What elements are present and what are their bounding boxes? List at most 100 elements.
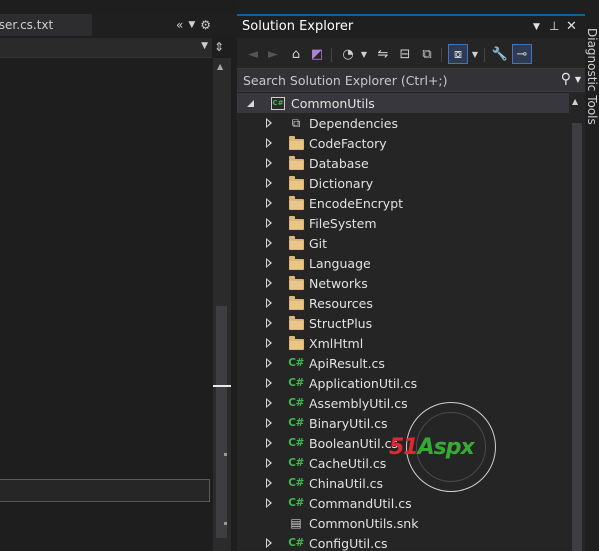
- search-icon[interactable]: ⚲: [561, 71, 571, 87]
- code-editor[interactable]: [0, 58, 212, 551]
- tree-item[interactable]: C# ConfigUtil.cs: [237, 533, 569, 551]
- pin-icon[interactable]: ⊥: [549, 19, 559, 33]
- tree-item[interactable]: C# CommandUtil.cs: [237, 493, 569, 513]
- tree-item-label: ChinaUtil.cs: [309, 476, 384, 491]
- dependencies-icon: ⧉: [291, 115, 301, 130]
- folder-icon: [288, 235, 304, 251]
- chevron-down-icon[interactable]: ▼: [575, 75, 581, 84]
- folder-icon: [288, 175, 304, 191]
- scroll-up-icon[interactable]: ▲: [217, 62, 223, 71]
- dropdown-arrow-icon[interactable]: ▼: [533, 22, 540, 32]
- scroll-up-icon[interactable]: ▲: [572, 97, 578, 106]
- chevron-double-left-icon[interactable]: «: [176, 18, 183, 32]
- chevron-right-icon[interactable]: [264, 198, 274, 208]
- chevron-right-icon[interactable]: [264, 278, 274, 288]
- csharp-file-icon: C#: [288, 477, 304, 489]
- chevron-right-icon[interactable]: [264, 118, 274, 128]
- pending-changes-icon[interactable]: ◔: [338, 44, 358, 64]
- csharp-file-icon: C#: [288, 537, 304, 549]
- tree-item[interactable]: Networks: [237, 273, 569, 293]
- gear-icon[interactable]: ⚙: [200, 18, 211, 32]
- watermark-logo: 51Aspx: [389, 435, 475, 460]
- find-input[interactable]: [0, 479, 210, 502]
- properties-icon[interactable]: 🔧: [490, 44, 510, 64]
- csharp-file-icon: C#: [288, 357, 304, 369]
- collapse-all-icon[interactable]: ⊟: [395, 44, 415, 64]
- preview-icon[interactable]: ⊸: [512, 44, 532, 64]
- chevron-down-icon[interactable]: ▼: [201, 41, 208, 51]
- chevron-right-icon[interactable]: [264, 178, 274, 188]
- diagnostic-tools-tab[interactable]: Diagnostic Tools: [585, 0, 599, 551]
- chevron-right-icon[interactable]: [264, 378, 274, 388]
- tree-item[interactable]: CodeFactory: [237, 133, 569, 153]
- chevron-right-icon[interactable]: [264, 318, 274, 328]
- tree-item[interactable]: C# ApiResult.cs: [237, 353, 569, 373]
- search-box[interactable]: ⚲ ▼: [237, 68, 585, 92]
- document-tab[interactable]: User.cs.txt: [0, 14, 92, 36]
- chevron-right-icon[interactable]: [264, 218, 274, 228]
- tree-item-label: CommonUtils.snk: [309, 516, 419, 531]
- tree-item-label: Dictionary: [309, 176, 374, 191]
- scroll-marker-dot: [224, 453, 227, 456]
- chevron-right-icon[interactable]: [264, 398, 274, 408]
- chevron-right-icon[interactable]: [264, 158, 274, 168]
- tree-item[interactable]: Database: [237, 153, 569, 173]
- tree-item[interactable]: ▤ CommonUtils.snk: [237, 513, 569, 533]
- panel-title: Solution Explorer: [242, 19, 354, 34]
- chevron-right-icon[interactable]: [264, 338, 274, 348]
- editor-scrollbar[interactable]: ▲: [213, 58, 231, 551]
- chevron-right-icon[interactable]: [264, 298, 274, 308]
- scrollbar-thumb[interactable]: [216, 306, 227, 538]
- tree-item[interactable]: Git: [237, 233, 569, 253]
- navigation-bar[interactable]: ▼: [0, 38, 212, 58]
- close-icon[interactable]: ✕: [566, 19, 577, 34]
- switch-views-icon[interactable]: ◩: [307, 44, 327, 64]
- folder-icon: [288, 335, 304, 351]
- diagnostic-tools-label: Diagnostic Tools: [585, 28, 599, 125]
- search-input[interactable]: [237, 69, 547, 91]
- chevron-down-icon[interactable]: ▼: [359, 44, 369, 64]
- chevron-right-icon[interactable]: [264, 498, 274, 508]
- tree-item[interactable]: EncodeEncrypt: [237, 193, 569, 213]
- chevron-down-icon[interactable]: ▼: [470, 44, 480, 64]
- tree-item[interactable]: Language: [237, 253, 569, 273]
- expanded-arrow-icon[interactable]: [245, 98, 255, 108]
- home-icon[interactable]: ⌂: [286, 44, 306, 64]
- tree-item-label: Resources: [309, 296, 373, 311]
- tree-item-label: Database: [309, 156, 369, 171]
- tree-item-label: Dependencies: [309, 116, 398, 131]
- chevron-right-icon[interactable]: [264, 138, 274, 148]
- chevron-right-icon[interactable]: [264, 478, 274, 488]
- tree-item[interactable]: C# ApplicationUtil.cs: [237, 373, 569, 393]
- csharp-file-icon: C#: [288, 457, 304, 469]
- tree-item[interactable]: ⧉ Dependencies: [237, 113, 569, 133]
- back-icon[interactable]: ◄: [243, 44, 263, 64]
- tree-item[interactable]: Dictionary: [237, 173, 569, 193]
- tree-item-label: EncodeEncrypt: [309, 196, 404, 211]
- sync-icon[interactable]: ⇋: [373, 44, 393, 64]
- dropdown-arrow-icon[interactable]: ▼: [188, 20, 195, 30]
- chevron-right-icon[interactable]: [264, 238, 274, 248]
- show-all-files-icon[interactable]: ⧉: [417, 44, 437, 64]
- chevron-right-icon[interactable]: [264, 538, 274, 548]
- tree-scrollbar[interactable]: ▲: [569, 93, 585, 551]
- tree-item-project[interactable]: C# CommonUtils: [237, 93, 569, 113]
- folder-icon: [288, 155, 304, 171]
- folder-icon: [288, 215, 304, 231]
- tree-item-label: BooleanUtil.cs: [309, 436, 398, 451]
- forward-icon[interactable]: ►: [263, 44, 283, 64]
- chevron-right-icon[interactable]: [264, 358, 274, 368]
- chevron-right-icon[interactable]: [264, 438, 274, 448]
- scrollbar-thumb[interactable]: [572, 123, 582, 551]
- chevron-right-icon[interactable]: [264, 258, 274, 268]
- chevron-right-icon[interactable]: [264, 458, 274, 468]
- tree-item[interactable]: StructPlus: [237, 313, 569, 333]
- tree-item[interactable]: Resources: [237, 293, 569, 313]
- tree-item[interactable]: XmlHtml: [237, 333, 569, 353]
- tree-item[interactable]: FileSystem: [237, 213, 569, 233]
- filter-icon[interactable]: ⧇: [448, 44, 468, 64]
- split-editor-icon[interactable]: ⇕: [214, 40, 224, 54]
- chevron-right-icon[interactable]: [264, 418, 274, 428]
- tree-item-label: ApplicationUtil.cs: [309, 376, 418, 391]
- folder-icon: [288, 255, 304, 271]
